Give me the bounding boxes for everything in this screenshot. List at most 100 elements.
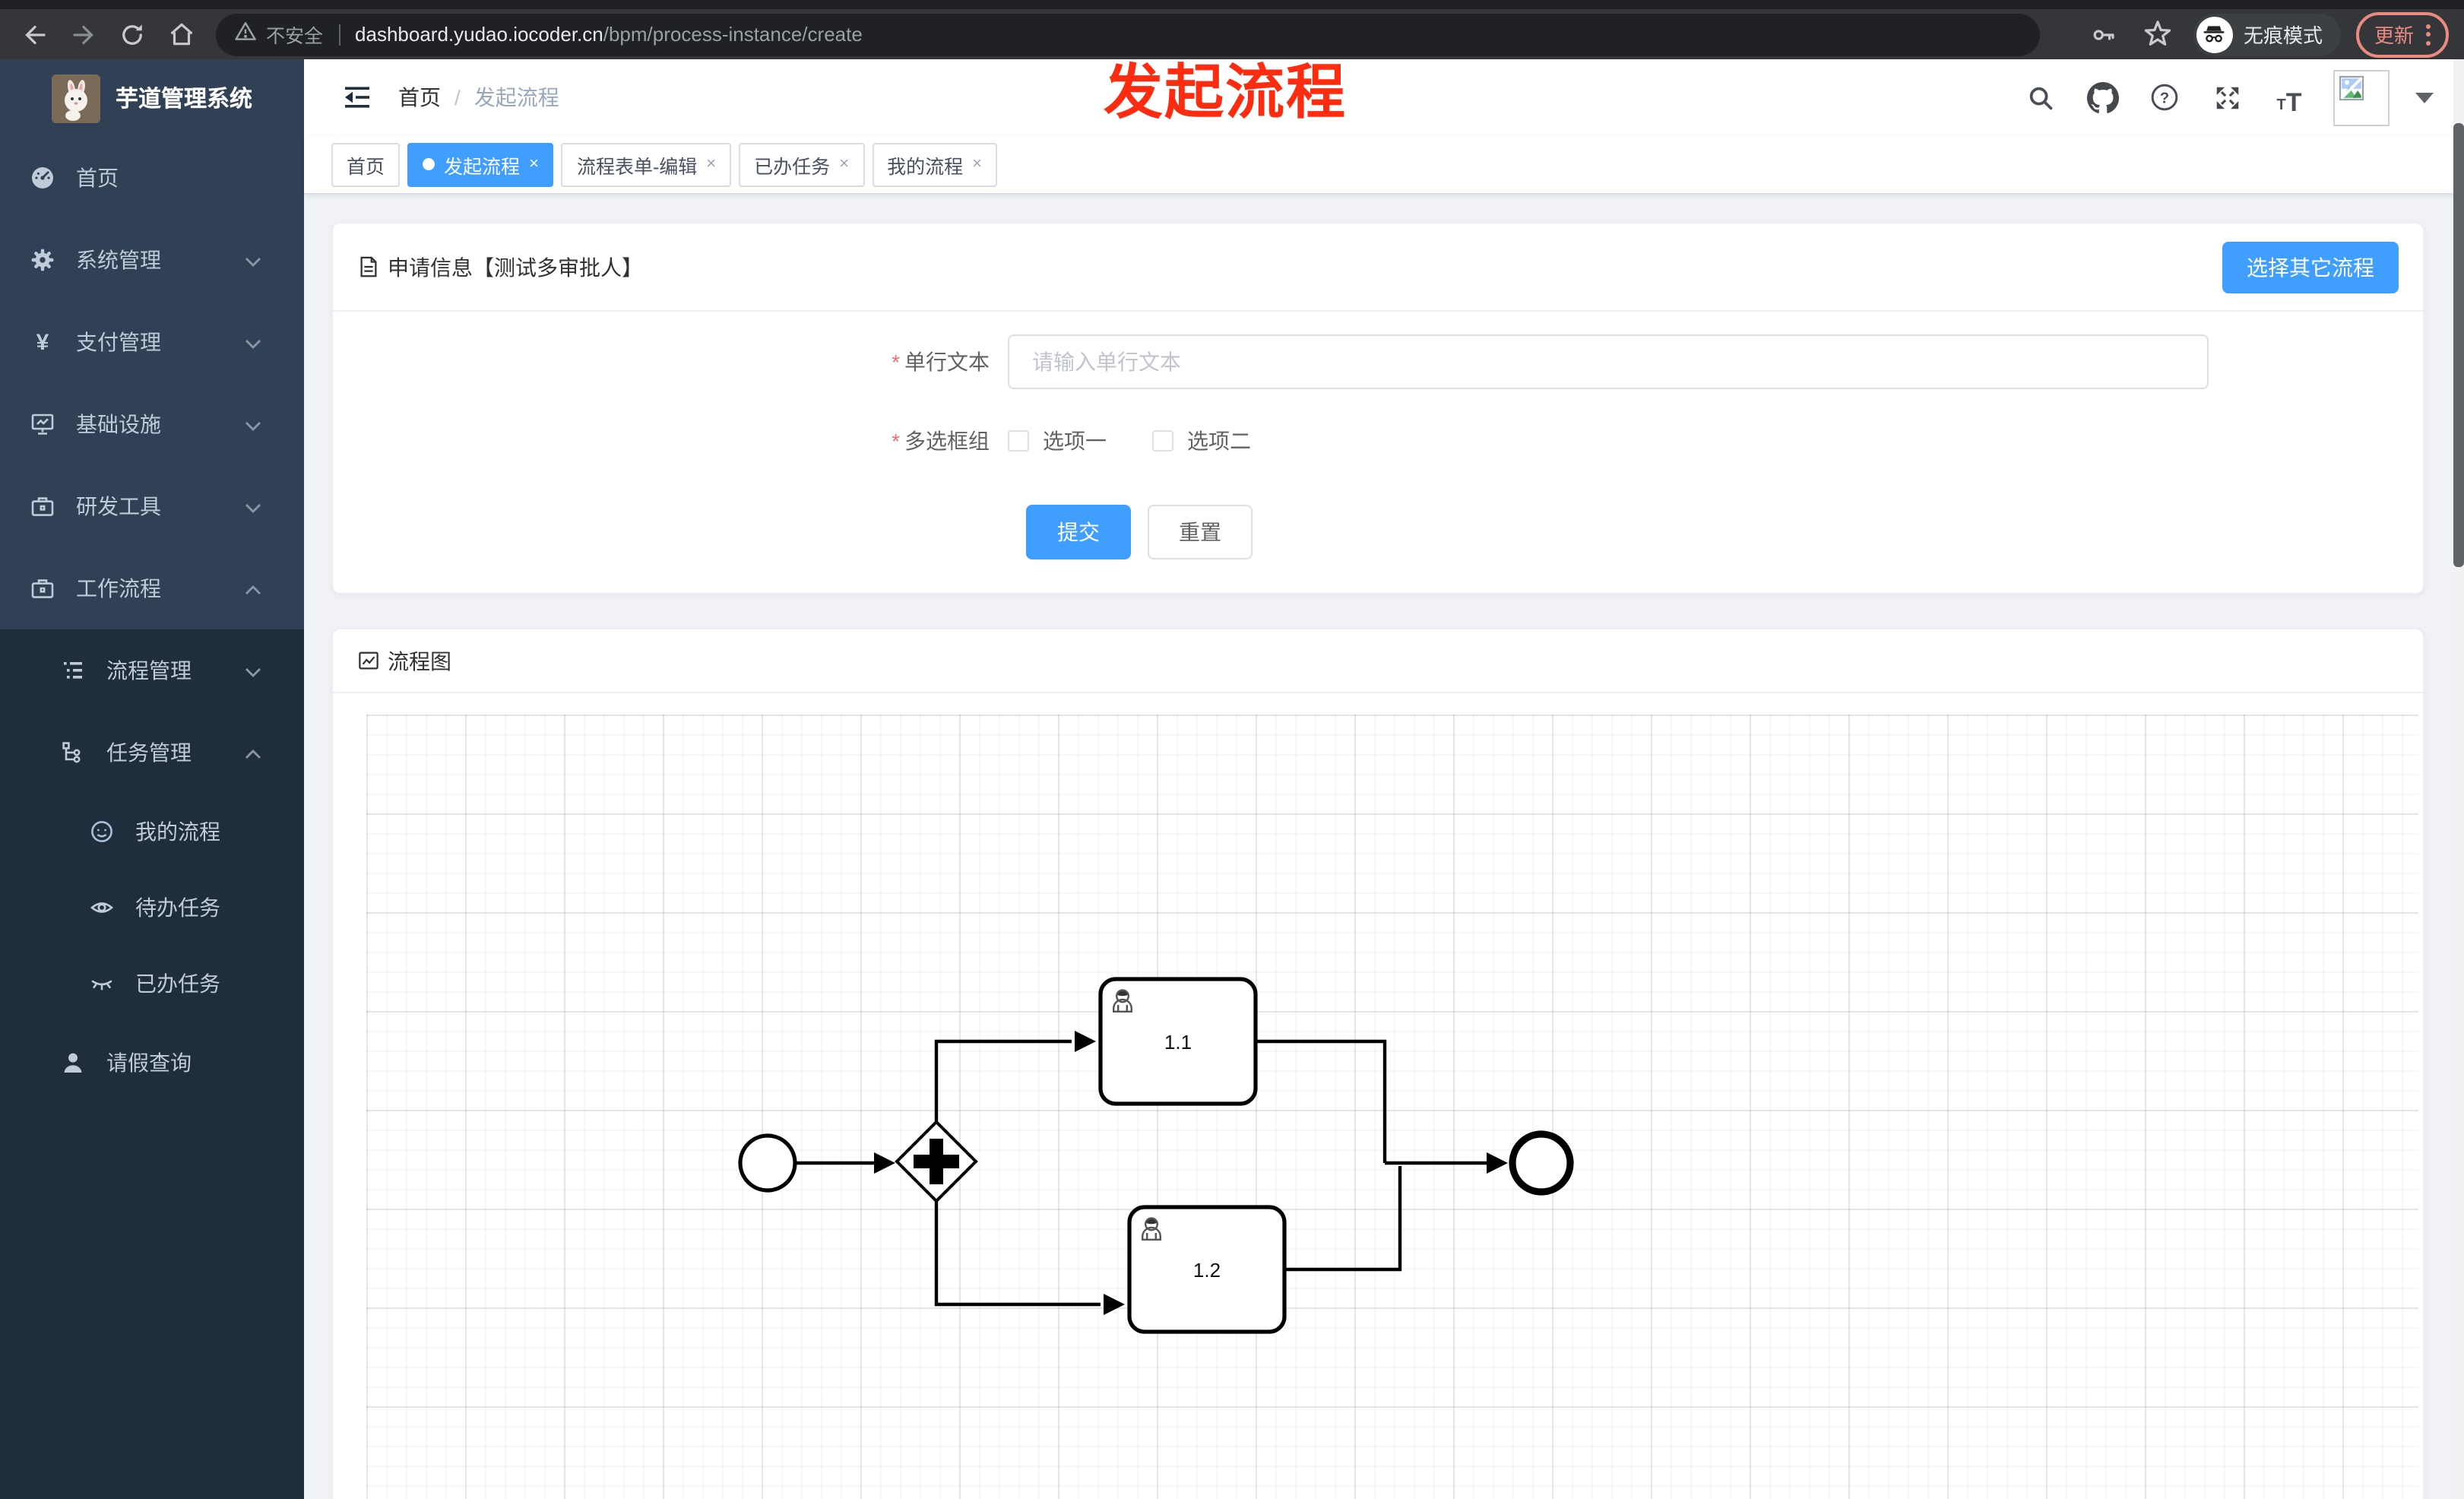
help-icon[interactable]: ? — [2146, 79, 2183, 116]
app-logo[interactable]: 芋道管理系统 — [0, 59, 304, 137]
tab-close-icon[interactable]: × — [839, 155, 849, 173]
github-icon[interactable] — [2084, 79, 2120, 116]
breadcrumb-separator: / — [454, 85, 461, 109]
breadcrumb-home[interactable]: 首页 — [398, 82, 441, 113]
sidebar-item-label: 我的流程 — [135, 819, 220, 844]
card-title: 申请信息【测试多审批人】 — [357, 252, 643, 282]
svg-text:?: ? — [2160, 90, 2169, 107]
checkbox-option-2[interactable]: 选项二 — [1152, 426, 1251, 456]
security-label[interactable]: 不安全 — [266, 20, 323, 49]
bpmn-canvas[interactable]: 1.1 1.2 — [366, 715, 2418, 1499]
url-host[interactable]: dashboard.yudao.iocoder.cn — [355, 23, 603, 46]
submit-button[interactable]: 提交 — [1026, 505, 1131, 559]
home-icon[interactable] — [161, 14, 201, 54]
required-mark: * — [892, 429, 900, 453]
user-task-node-1[interactable]: 1.1 — [1098, 977, 1258, 1106]
sidebar-item-my-process[interactable]: 我的流程 — [0, 794, 304, 870]
search-icon[interactable] — [2022, 79, 2058, 116]
checkbox-icon[interactable] — [1008, 430, 1029, 452]
sidebar-item-todo-tasks[interactable]: 待办任务 — [0, 870, 304, 946]
url-path[interactable]: /bpm/process-instance/create — [603, 23, 863, 46]
user-task-node-2[interactable]: 1.2 — [1127, 1205, 1287, 1334]
sidebar: 芋道管理系统 首页 系统管理 ¥ 支付管理 基础设施 研发工具 工作流程 流程管… — [0, 59, 304, 1499]
card-title: 流程图 — [357, 645, 451, 676]
yen-icon: ¥ — [36, 329, 49, 355]
end-event-node[interactable] — [1509, 1130, 1574, 1196]
process-diagram-card: 流程图 1.1 1.2 — [331, 628, 2424, 1499]
password-key-icon[interactable] — [2084, 14, 2124, 54]
incognito-badge: 无痕模式 — [2193, 13, 2341, 55]
gear-icon — [30, 248, 55, 272]
tab-my-process[interactable]: 我的流程 × — [872, 142, 997, 186]
page-scrollbar-track[interactable] — [2453, 59, 2464, 1499]
tab-done-tasks[interactable]: 已办任务 × — [739, 142, 865, 186]
insecure-warning-icon[interactable] — [234, 19, 257, 49]
tab-initiate-process[interactable]: 发起流程 × — [407, 142, 554, 186]
briefcase-icon — [30, 576, 55, 601]
reload-icon[interactable] — [112, 14, 152, 54]
back-icon[interactable] — [15, 14, 55, 54]
sidebar-item-label: 系统管理 — [76, 248, 161, 272]
sidebar-item-label: 流程管理 — [106, 658, 192, 683]
browser-update-button[interactable]: 更新 — [2355, 11, 2449, 57]
checkbox-icon[interactable] — [1152, 430, 1173, 452]
eye-closed-icon — [90, 971, 114, 996]
page-content: 申请信息【测试多审批人】 选择其它流程 *单行文本 *多选框组 — [304, 195, 2464, 1499]
tab-close-icon[interactable]: × — [706, 155, 716, 173]
chevron-down-icon — [245, 494, 261, 518]
reset-button[interactable]: 重置 — [1148, 505, 1253, 559]
chevron-down-icon — [245, 248, 261, 272]
sidebar-item-devtools[interactable]: 研发工具 — [0, 465, 304, 547]
app-title: 芋道管理系统 — [116, 87, 253, 113]
sidebar-fold-icon[interactable] — [340, 81, 374, 114]
update-label[interactable]: 更新 — [2374, 20, 2414, 49]
sidebar-item-workflow[interactable]: 工作流程 — [0, 547, 304, 629]
forward-icon[interactable] — [64, 14, 103, 54]
sidebar-item-label: 请假查询 — [106, 1051, 192, 1075]
header-actions: ? TT — [2022, 69, 2434, 125]
checkbox-option-1[interactable]: 选项一 — [1008, 426, 1107, 456]
parallel-gateway-node[interactable] — [895, 1120, 978, 1203]
sidebar-item-system[interactable]: 系统管理 — [0, 219, 304, 301]
avatar-dropdown-caret-icon[interactable] — [2415, 92, 2434, 103]
bookmark-star-icon[interactable] — [2139, 14, 2178, 54]
sidebar-item-label: 基础设施 — [76, 412, 161, 436]
required-mark: * — [892, 350, 900, 374]
tab-home[interactable]: 首页 — [331, 142, 401, 186]
dashboard-icon — [30, 166, 55, 190]
sidebar-item-label: 工作流程 — [76, 576, 161, 601]
person-icon — [61, 1051, 85, 1075]
incognito-icon — [2196, 16, 2233, 52]
monitor-icon — [30, 412, 55, 436]
switch-process-button[interactable]: 选择其它流程 — [2222, 241, 2399, 293]
workflow-submenu: 流程管理 任务管理 我的流程 待办任务 已办任务 请假查询 — [0, 629, 304, 1499]
incognito-label: 无痕模式 — [2243, 24, 2323, 47]
sidebar-item-process-mgmt[interactable]: 流程管理 — [0, 629, 304, 711]
urlbar-divider — [338, 24, 340, 45]
user-avatar-broken-image[interactable] — [2333, 69, 2390, 125]
sidebar-item-home[interactable]: 首页 — [0, 137, 304, 219]
chevron-down-icon — [245, 412, 261, 436]
sidebar-item-done-tasks[interactable]: 已办任务 — [0, 946, 304, 1022]
tab-close-icon[interactable]: × — [529, 155, 539, 173]
sidebar-item-label: 支付管理 — [76, 330, 161, 354]
sidebar-item-payment[interactable]: ¥ 支付管理 — [0, 301, 304, 383]
sidebar-item-infrastructure[interactable]: 基础设施 — [0, 383, 304, 465]
browser-menu-kebab-icon[interactable] — [2426, 24, 2431, 45]
briefcase-icon — [30, 494, 55, 518]
tags-view-bar: 首页 发起流程 × 流程表单-编辑 × 已办任务 × 我的流程 × — [304, 135, 2464, 195]
page-scrollbar-thumb[interactable] — [2453, 123, 2464, 567]
sidebar-item-task-mgmt[interactable]: 任务管理 — [0, 711, 304, 794]
sidebar-item-leave-query[interactable]: 请假查询 — [0, 1022, 304, 1104]
fullscreen-icon[interactable] — [2209, 79, 2245, 116]
flow-tree-icon — [61, 740, 85, 765]
tab-process-form-edit[interactable]: 流程表单-编辑 × — [561, 142, 732, 186]
single-line-text-input[interactable] — [1008, 334, 2209, 389]
sidebar-item-label: 首页 — [76, 166, 119, 190]
start-event-node[interactable] — [738, 1133, 797, 1193]
tab-close-icon[interactable]: × — [972, 155, 982, 173]
checkbox-label: 选项一 — [1043, 429, 1107, 453]
font-size-icon[interactable]: TT — [2271, 79, 2307, 116]
chevron-down-icon — [245, 330, 261, 354]
page-header: 首页 / 发起流程 ? T T — [304, 59, 2464, 135]
